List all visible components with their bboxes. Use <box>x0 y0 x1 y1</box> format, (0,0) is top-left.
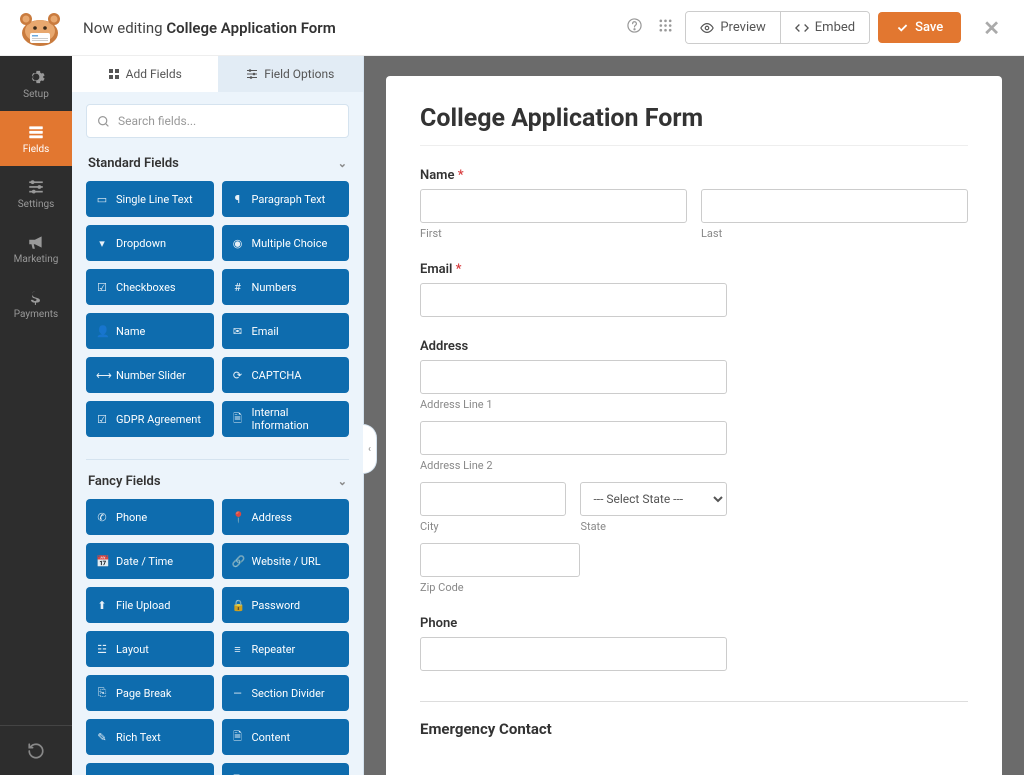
sidebar-fields[interactable]: Fields <box>0 111 72 166</box>
field-email[interactable]: ✉Email <box>222 313 350 349</box>
sidebar-settings[interactable]: Settings <box>0 166 72 221</box>
field-date-time[interactable]: 📅Date / Time <box>86 543 214 579</box>
field-name-preview[interactable]: Name * First Last <box>420 168 968 240</box>
field-gdpr[interactable]: ☑GDPR Agreement <box>86 401 214 437</box>
field-name[interactable]: 👤Name <box>86 313 214 349</box>
field-checkboxes[interactable]: ☑Checkboxes <box>86 269 214 305</box>
field-address[interactable]: 📍Address <box>222 499 350 535</box>
field-address-preview[interactable]: Address Address Line 1 Address Line 2 Ci… <box>420 339 968 594</box>
input-zip[interactable] <box>420 543 580 577</box>
save-button[interactable]: Save <box>878 12 961 43</box>
chevron-down-icon: ⌄ <box>338 157 347 170</box>
select-state[interactable]: --- Select State --- <box>580 482 726 516</box>
apps-grid-icon[interactable] <box>654 14 677 41</box>
field-single-line-text[interactable]: ▭Single Line Text <box>86 181 214 217</box>
field-numbers[interactable]: #Numbers <box>222 269 350 305</box>
sidebar-marketing[interactable]: Marketing <box>0 221 72 276</box>
field-repeater[interactable]: ≡Repeater <box>222 631 350 667</box>
field-rich-text[interactable]: ✎Rich Text <box>86 719 214 755</box>
tab-add-fields[interactable]: Add Fields <box>72 56 218 92</box>
chevron-down-icon: ⌄ <box>338 475 347 488</box>
field-website[interactable]: 🔗Website / URL <box>222 543 350 579</box>
field-multiple-choice[interactable]: ◉Multiple Choice <box>222 225 350 261</box>
field-captcha[interactable]: ⟳CAPTCHA <box>222 357 350 393</box>
form-preview: College Application Form Name * First La… <box>386 76 1002 775</box>
field-paragraph-text[interactable]: ¶Paragraph Text <box>222 181 350 217</box>
field-layout[interactable]: ☳Layout <box>86 631 214 667</box>
emergency-section-title: Emergency Contact <box>420 720 968 738</box>
preview-button[interactable]: Preview <box>686 12 780 43</box>
field-phone-preview[interactable]: Phone <box>420 616 968 671</box>
help-icon[interactable] <box>623 14 646 41</box>
input-email[interactable] <box>420 283 727 317</box>
tab-field-options[interactable]: Field Options <box>218 56 364 92</box>
search-input[interactable]: Search fields... <box>86 104 349 138</box>
fancy-fields-header[interactable]: Fancy Fields ⌄ <box>86 468 349 499</box>
embed-button[interactable]: Embed <box>781 12 869 43</box>
sidebar-payments[interactable]: Payments <box>0 276 72 331</box>
field-password[interactable]: 🔒Password <box>222 587 350 623</box>
close-icon[interactable]: ✕ <box>969 16 1014 40</box>
input-address-1[interactable] <box>420 360 727 394</box>
collapse-panel-button[interactable]: ‹ <box>363 424 377 474</box>
input-last-name[interactable] <box>701 189 968 223</box>
preview-embed-group: Preview Embed <box>685 11 870 44</box>
form-title: College Application Form <box>420 104 968 133</box>
field-number-slider[interactable]: ⟷Number Slider <box>86 357 214 393</box>
field-dropdown[interactable]: ▾Dropdown <box>86 225 214 261</box>
wp-sidebar: Setup Fields Settings Marketing Payments <box>0 56 72 775</box>
field-page-break[interactable]: ⎘Page Break <box>86 675 214 711</box>
field-content[interactable]: 🗎Content <box>222 719 350 755</box>
field-entry-preview[interactable]: 🗎Entry Preview <box>222 763 350 775</box>
input-city[interactable] <box>420 482 566 516</box>
input-first-name[interactable] <box>420 189 687 223</box>
field-phone[interactable]: ✆Phone <box>86 499 214 535</box>
field-email-preview[interactable]: Email * <box>420 262 968 317</box>
history-icon[interactable] <box>0 725 72 775</box>
top-bar: Now editing College Application Form Pre… <box>0 0 1024 56</box>
wpforms-logo <box>15 8 65 48</box>
field-section-divider[interactable]: —Section Divider <box>222 675 350 711</box>
input-phone[interactable] <box>420 637 727 671</box>
editing-title: Now editing College Application Form <box>83 19 336 37</box>
field-html[interactable]: </>HTML <box>86 763 214 775</box>
input-address-2[interactable] <box>420 421 727 455</box>
sidebar-setup[interactable]: Setup <box>0 56 72 111</box>
fields-panel: Add Fields Field Options Search fields..… <box>72 56 364 775</box>
field-file-upload[interactable]: ⬆File Upload <box>86 587 214 623</box>
field-internal-info[interactable]: 🗎Internal Information <box>222 401 350 437</box>
form-canvas: ‹ College Application Form Name * First … <box>364 56 1024 775</box>
standard-fields-header[interactable]: Standard Fields ⌄ <box>86 150 349 181</box>
